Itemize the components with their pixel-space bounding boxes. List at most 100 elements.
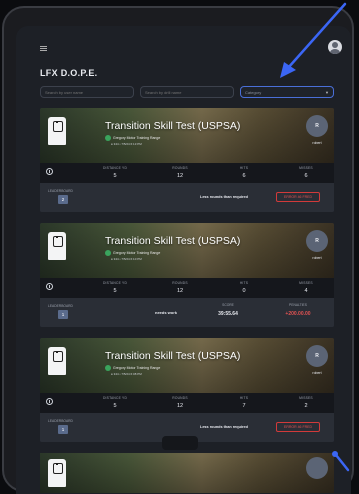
category-select-label: Category [245,90,262,95]
session-card[interactable]: Transition Skill Test (USPSA) Gregory Mo… [40,338,334,442]
range-name: Gregory Motor Training Range [113,136,161,140]
user-name: robert [312,141,322,145]
target-icon [48,232,66,260]
stat-value: 7 [242,403,246,409]
stat-value: 5 [113,173,117,179]
drill-title: Transition Skill Test (USPSA) [105,350,241,362]
penalties-label: PENALTIES [289,303,307,307]
leaderboard-rank[interactable]: 2 [58,195,68,204]
menu-icon[interactable] [40,46,47,51]
stat-label: MISSES [299,396,313,400]
stat-label: MISSES [299,166,313,170]
stats-row: DISTANCE YD 5 ROUNDS 12 HITS 6 MISSES 6 [40,163,334,183]
card-hero-image [40,223,334,278]
session-card[interactable] [40,453,334,493]
error-badge[interactable]: ERROR 46 FRED [276,422,320,432]
range-owner[interactable]: Gregory Motor Training Range [105,135,160,141]
stat-rounds: ROUNDS 12 [160,166,200,179]
user-name: robert [312,256,322,260]
target-icon [48,347,66,375]
history-icon[interactable] [46,283,53,290]
stat-misses: MISSES 2 [286,396,326,409]
penalties-value: +200.00.00 [285,311,311,317]
error-badge[interactable]: ERROR 46 FRED [276,192,320,202]
session-meta: ● 344 • 7/5/24 6:10 PM [111,257,142,261]
range-owner[interactable]: Gregory Motor Training Range [105,365,160,371]
card-hero-image [40,453,334,493]
target-icon [48,459,66,487]
stats-row: DISTANCE YD 5 ROUNDS 12 HITS 7 MISSES 2 [40,393,334,413]
user-avatar[interactable]: R [306,230,328,252]
card-footer: LEADERBOARD 1 needs work SCORE 39:55.64 … [40,298,334,327]
card-hero-image [40,338,334,393]
user-avatar[interactable] [306,457,328,479]
leaderboard-label: LEADERBOARD [48,304,73,308]
home-indicator [162,436,198,450]
stat-value: 6 [304,173,308,179]
stat-rounds: ROUNDS 12 [160,281,200,294]
top-bar [16,26,351,54]
stat-label: DISTANCE YD [102,281,128,285]
stat-distance: DISTANCE YD 5 [95,396,135,409]
status-message: Less rounds than required [200,195,248,199]
score-label: SCORE [222,303,234,307]
drill-title: Transition Skill Test (USPSA) [105,235,241,247]
range-logo-icon [105,365,111,371]
stat-value: 0 [242,288,246,294]
drill-title: Transition Skill Test (USPSA) [105,120,241,132]
user-avatar[interactable]: R [306,115,328,137]
stat-label: DISTANCE YD [102,166,128,170]
session-meta: ● 344 • 7/5/24 6:13 PM [111,142,142,146]
score-block: SCORE 39:55.64 [208,303,248,317]
stat-label: MISSES [299,281,313,285]
history-icon[interactable] [46,168,53,175]
stat-distance: DISTANCE YD 5 [95,166,135,179]
category-select[interactable]: Category ▼ [240,86,334,98]
drill-search-input[interactable] [140,86,234,98]
stat-value: 12 [176,288,184,294]
chevron-down-icon: ▼ [325,90,329,95]
stat-label: HITS [239,396,249,400]
stat-label: DISTANCE YD [102,396,128,400]
stat-label: ROUNDS [172,166,188,170]
range-logo-icon [105,135,111,141]
stat-value: 5 [113,288,117,294]
stat-hits: HITS 7 [224,396,264,409]
user-search-input[interactable] [40,86,134,98]
stat-label: ROUNDS [172,281,188,285]
card-hero-image [40,108,334,163]
stat-hits: HITS 0 [224,281,264,294]
leaderboard-label: LEADERBOARD [48,419,73,423]
stat-value: 2 [304,403,308,409]
history-icon[interactable] [46,398,53,405]
status-message: needs work [155,310,178,315]
stat-value: 5 [113,403,117,409]
card-footer: LEADERBOARD 2 Less rounds than required … [40,183,334,212]
session-meta: ● 344 • 7/5/24 6:08 PM [111,372,142,376]
leaderboard-label: LEADERBOARD [48,189,73,193]
session-card[interactable]: Transition Skill Test (USPSA) Gregory Mo… [40,108,334,212]
stat-value: 4 [304,288,308,294]
stat-hits: HITS 6 [224,166,264,179]
range-name: Gregory Motor Training Range [113,366,161,370]
page-title: LFX D.O.P.E. [40,68,98,78]
user-name: robert [312,371,322,375]
range-owner[interactable]: Gregory Motor Training Range [105,250,160,256]
filter-bar: Category ▼ [40,86,334,98]
stat-value: 6 [242,173,246,179]
stat-misses: MISSES 4 [286,281,326,294]
session-card[interactable]: Transition Skill Test (USPSA) Gregory Mo… [40,223,334,327]
leaderboard-rank[interactable]: 1 [58,425,68,434]
stat-rounds: ROUNDS 12 [160,396,200,409]
stat-distance: DISTANCE YD 5 [95,281,135,294]
range-name: Gregory Motor Training Range [113,251,161,255]
stat-label: HITS [239,166,249,170]
profile-avatar[interactable] [328,40,342,54]
penalties-block: PENALTIES +200.00.00 [278,303,318,317]
status-message: Less rounds than required [200,425,248,429]
leaderboard-rank[interactable]: 1 [58,310,68,319]
user-avatar[interactable]: R [306,345,328,367]
stat-value: 12 [176,173,184,179]
target-icon [48,117,66,145]
stat-label: HITS [239,281,249,285]
